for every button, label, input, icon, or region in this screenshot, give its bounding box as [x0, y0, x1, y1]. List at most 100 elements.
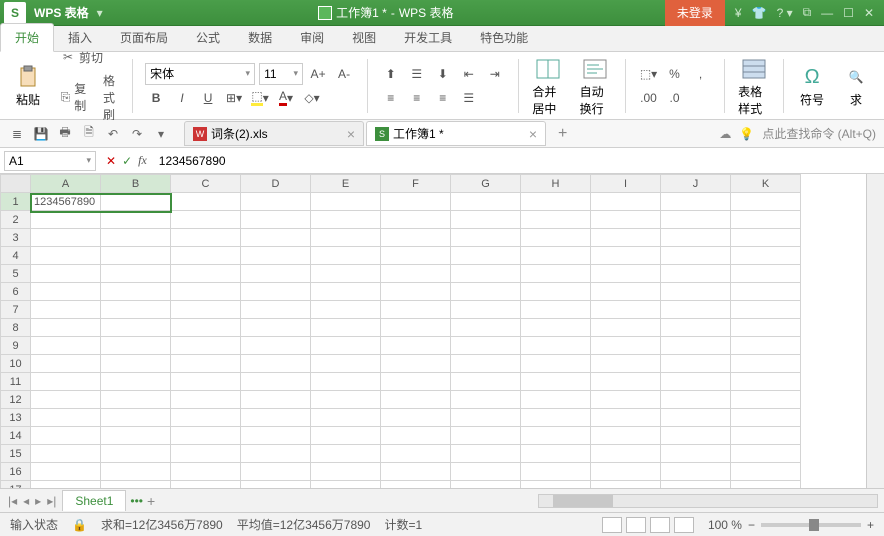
cell[interactable] — [731, 481, 801, 489]
zoom-slider[interactable] — [761, 523, 861, 527]
cell[interactable] — [521, 373, 591, 391]
cell[interactable] — [661, 481, 731, 489]
paste-label[interactable]: 粘贴 — [16, 91, 40, 108]
cell[interactable] — [171, 463, 241, 481]
cell[interactable] — [591, 355, 661, 373]
cell[interactable] — [591, 445, 661, 463]
cell[interactable] — [241, 463, 311, 481]
decrease-font-button[interactable]: A- — [333, 63, 355, 85]
cell[interactable] — [171, 301, 241, 319]
cell[interactable] — [661, 373, 731, 391]
zoom-value[interactable]: 100 % — [708, 518, 742, 532]
border-button[interactable]: ⊞▾ — [223, 87, 245, 109]
number-format-button[interactable]: ⬚▾ — [638, 63, 660, 85]
cell[interactable] — [591, 283, 661, 301]
cell[interactable] — [31, 427, 101, 445]
cell[interactable] — [311, 301, 381, 319]
cell[interactable] — [731, 283, 801, 301]
cell[interactable] — [591, 247, 661, 265]
symbol-icon[interactable]: Ω — [798, 63, 826, 91]
cell[interactable] — [451, 247, 521, 265]
cell[interactable] — [591, 211, 661, 229]
cell[interactable] — [591, 427, 661, 445]
cell[interactable] — [171, 355, 241, 373]
indent-right-button[interactable]: ⇥ — [484, 63, 506, 85]
cell[interactable] — [171, 337, 241, 355]
row-header[interactable]: 1 — [1, 193, 31, 211]
cell[interactable] — [101, 445, 171, 463]
font-select[interactable]: 宋体▾ — [145, 63, 255, 85]
cell[interactable] — [241, 301, 311, 319]
underline-button[interactable]: U — [197, 87, 219, 109]
cell[interactable] — [171, 247, 241, 265]
merge-label[interactable]: 合并居中 — [532, 83, 563, 117]
percent-button[interactable]: % — [664, 63, 686, 85]
cell[interactable] — [661, 301, 731, 319]
cell[interactable] — [381, 481, 451, 489]
row-header[interactable]: 10 — [1, 355, 31, 373]
cell[interactable] — [731, 193, 801, 211]
cell[interactable] — [241, 247, 311, 265]
search-hint[interactable]: 点此查找命令 (Alt+Q) — [762, 125, 876, 142]
doc-tab-0[interactable]: W词条(2).xls× — [184, 121, 364, 146]
col-header[interactable]: F — [381, 175, 451, 193]
cell[interactable] — [521, 391, 591, 409]
cell[interactable]: 1234567890 — [31, 193, 101, 211]
cell[interactable] — [591, 193, 661, 211]
print-icon[interactable]: 🖶 — [56, 125, 74, 143]
cell[interactable] — [731, 463, 801, 481]
add-tab-button[interactable]: + — [552, 125, 573, 143]
cell[interactable] — [731, 229, 801, 247]
cell[interactable] — [381, 409, 451, 427]
cell[interactable] — [171, 193, 241, 211]
col-header[interactable]: K — [731, 175, 801, 193]
cell[interactable] — [31, 211, 101, 229]
horizontal-scrollbar[interactable] — [538, 494, 878, 508]
cell[interactable] — [661, 283, 731, 301]
copy-button[interactable]: ⎘复制 — [56, 78, 95, 116]
cell[interactable] — [451, 355, 521, 373]
cell[interactable] — [731, 301, 801, 319]
cell[interactable] — [241, 445, 311, 463]
cell[interactable] — [381, 373, 451, 391]
cell[interactable] — [101, 283, 171, 301]
lock-icon[interactable]: 🔒 — [72, 518, 87, 532]
cell[interactable] — [451, 337, 521, 355]
col-header[interactable]: E — [311, 175, 381, 193]
cell[interactable] — [101, 463, 171, 481]
cell[interactable] — [31, 265, 101, 283]
shirt-icon[interactable]: 👕 — [752, 6, 767, 20]
page-layout-button[interactable] — [626, 517, 646, 533]
cell[interactable] — [171, 229, 241, 247]
qat-dropdown[interactable]: ▾ — [152, 125, 170, 143]
row-header[interactable]: 3 — [1, 229, 31, 247]
cell[interactable] — [311, 211, 381, 229]
cell[interactable] — [521, 445, 591, 463]
wrap-label[interactable]: 自动换行 — [580, 83, 611, 117]
row-header[interactable]: 15 — [1, 445, 31, 463]
cell[interactable] — [451, 391, 521, 409]
row-header[interactable]: 6 — [1, 283, 31, 301]
cell[interactable] — [521, 229, 591, 247]
cell[interactable] — [661, 193, 731, 211]
select-all-corner[interactable] — [1, 175, 31, 193]
cell[interactable] — [521, 409, 591, 427]
align-left-button[interactable]: ≡ — [380, 87, 402, 109]
minimize-icon[interactable]: — — [821, 6, 833, 20]
cell[interactable] — [311, 481, 381, 489]
cell[interactable] — [521, 463, 591, 481]
cell[interactable] — [521, 337, 591, 355]
col-header[interactable]: H — [521, 175, 591, 193]
cell[interactable] — [661, 427, 731, 445]
row-header[interactable]: 13 — [1, 409, 31, 427]
maximize-icon[interactable]: ☐ — [843, 6, 854, 20]
cell[interactable] — [241, 481, 311, 489]
cell[interactable] — [381, 391, 451, 409]
menu-tab-4[interactable]: 数据 — [234, 24, 286, 51]
align-right-button[interactable]: ≡ — [432, 87, 454, 109]
indent-left-button[interactable]: ⇤ — [458, 63, 480, 85]
row-header[interactable]: 8 — [1, 319, 31, 337]
col-header[interactable]: G — [451, 175, 521, 193]
add-sheet-button[interactable]: + — [147, 493, 155, 509]
row-header[interactable]: 9 — [1, 337, 31, 355]
